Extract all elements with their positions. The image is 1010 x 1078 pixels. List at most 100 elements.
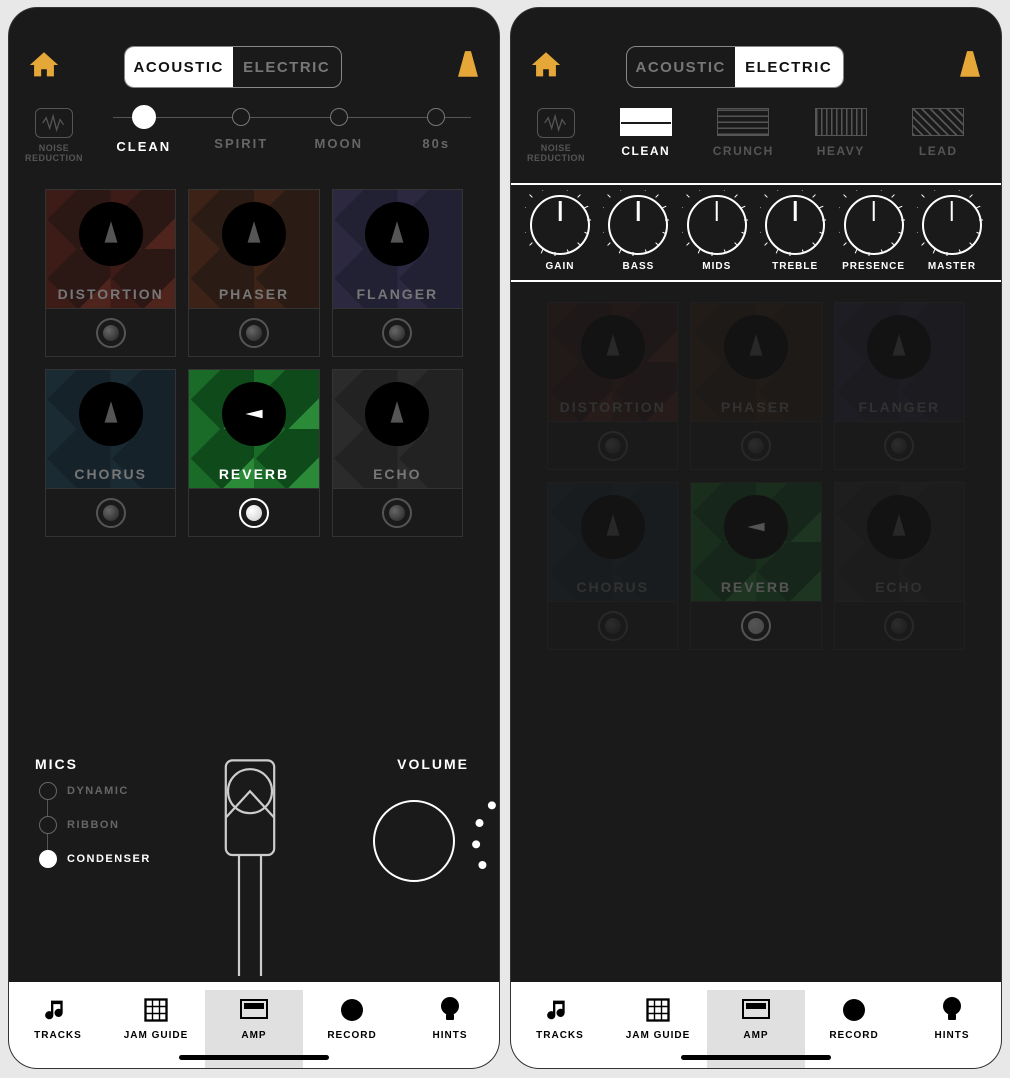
pedal-knob[interactable] [79, 382, 143, 446]
amp-tab-crunch[interactable]: CRUNCH [695, 108, 793, 158]
metronome-icon[interactable] [957, 50, 983, 85]
bulb-icon [401, 994, 499, 1026]
grid-icon [107, 994, 205, 1026]
acoustic-bottom: MICS DYNAMIC RIBBON CONDENSER VOLUME [9, 742, 499, 982]
stomp-switch[interactable] [96, 318, 126, 348]
noise-reduction-button[interactable]: NOISE REDUCTION [19, 108, 89, 163]
stomp-switch[interactable] [239, 318, 269, 348]
metronome-icon[interactable] [455, 50, 481, 85]
amp-tab-heavy[interactable]: HEAVY [792, 108, 890, 158]
pedal-label: CHORUS [548, 579, 677, 595]
amp-knob-treble[interactable]: TREBLE [756, 195, 834, 272]
amp-type-tabs: CLEAN CRUNCH HEAVY LEAD [597, 108, 991, 158]
dot-icon [303, 994, 401, 1026]
pedal-phaser[interactable]: PHASER [188, 189, 319, 357]
pedal-knob[interactable] [365, 202, 429, 266]
amp-tab-clean[interactable]: CLEAN [597, 108, 695, 158]
stomp-switch[interactable] [382, 498, 412, 528]
pedal-chorus[interactable]: CHORUS [45, 369, 176, 537]
pedal-knob[interactable] [222, 382, 286, 446]
amp-icon [707, 994, 805, 1026]
electric-screen: ACOUSTIC ELECTRIC NOISE REDUCTION CLEAN … [511, 8, 1001, 1068]
amp-knob-master[interactable]: MASTER [913, 195, 991, 272]
music-note-icon [9, 994, 107, 1026]
mic-picker: MICS DYNAMIC RIBBON CONDENSER [35, 756, 185, 884]
tab-tracks[interactable]: TRACKS [511, 990, 609, 1068]
segment-electric[interactable]: ELECTRIC [735, 47, 843, 87]
stomp-switch[interactable] [96, 498, 126, 528]
pedal-distortion[interactable]: DISTORTION [45, 189, 176, 357]
status-bar [511, 8, 1001, 38]
mic-option-dynamic[interactable]: DYNAMIC [39, 782, 185, 800]
pedal-distortion[interactable]: DISTORTION [547, 302, 678, 470]
preset-steps: CLEAN SPIRIT MOON 80s [95, 108, 489, 154]
pedal-reverb[interactable]: REVERB [188, 369, 319, 537]
step-clean[interactable]: CLEAN [95, 108, 193, 154]
volume-control[interactable]: VOLUME [315, 756, 473, 896]
pedal-knob[interactable] [724, 315, 788, 379]
tab-hints[interactable]: HINTS [903, 990, 1001, 1068]
volume-knob[interactable] [359, 786, 469, 896]
tab-tracks[interactable]: TRACKS [9, 990, 107, 1068]
step-80s[interactable]: 80s [388, 108, 486, 151]
amp-knob-gain[interactable]: GAIN [521, 195, 599, 272]
pedal-knob[interactable] [724, 495, 788, 559]
mics-title: MICS [35, 756, 185, 772]
noise-reduction-button[interactable]: NOISE REDUCTION [521, 108, 591, 163]
pedal-label: ECHO [333, 466, 462, 482]
step-moon[interactable]: MOON [290, 108, 388, 151]
header: ACOUSTIC ELECTRIC [511, 38, 1001, 102]
step-spirit[interactable]: SPIRIT [193, 108, 291, 151]
status-bar [9, 8, 499, 38]
pedal-label: REVERB [189, 466, 318, 482]
stomp-switch[interactable] [239, 498, 269, 528]
stomp-switch[interactable] [884, 431, 914, 461]
pedal-echo[interactable]: ECHO [834, 482, 965, 650]
stomp-switch[interactable] [598, 611, 628, 641]
pedal-chorus[interactable]: CHORUS [547, 482, 678, 650]
stomp-switch[interactable] [382, 318, 412, 348]
mic-option-ribbon[interactable]: RIBBON [39, 816, 185, 834]
amp-knob-mids[interactable]: MIDS [678, 195, 756, 272]
segment-acoustic[interactable]: ACOUSTIC [125, 47, 233, 87]
home-indicator [681, 1055, 831, 1060]
bulb-icon [903, 994, 1001, 1026]
home-icon[interactable] [27, 48, 61, 87]
segment-acoustic[interactable]: ACOUSTIC [627, 47, 735, 87]
amp-knob-bass[interactable]: BASS [599, 195, 677, 272]
acoustic-screen: ACOUSTIC ELECTRIC NOISE REDUCTION CLEAN … [9, 8, 499, 1068]
pedal-label: REVERB [691, 579, 820, 595]
grid-icon [609, 994, 707, 1026]
pedal-label: PHASER [189, 286, 318, 302]
mic-graphic [195, 756, 305, 976]
pedal-grid: DISTORTION PHASER FLANGER [511, 282, 1001, 982]
pedal-knob[interactable] [222, 202, 286, 266]
pedal-phaser[interactable]: PHASER [690, 302, 821, 470]
subheader: NOISE REDUCTION CLEAN CRUNCH HEAVY LEAD [511, 102, 1001, 183]
stomp-switch[interactable] [741, 611, 771, 641]
home-indicator [179, 1055, 329, 1060]
pedal-echo[interactable]: ECHO [332, 369, 463, 537]
volume-title: VOLUME [315, 756, 469, 772]
amp-tab-lead[interactable]: LEAD [890, 108, 988, 158]
pedal-knob[interactable] [867, 495, 931, 559]
pedal-label: FLANGER [835, 399, 964, 415]
stomp-switch[interactable] [884, 611, 914, 641]
pedal-flanger[interactable]: FLANGER [834, 302, 965, 470]
tab-hints[interactable]: HINTS [401, 990, 499, 1068]
stomp-switch[interactable] [741, 431, 771, 461]
pedal-reverb[interactable]: REVERB [690, 482, 821, 650]
pedal-knob[interactable] [581, 315, 645, 379]
pedal-knob[interactable] [581, 495, 645, 559]
amp-knob-presence[interactable]: PRESENCE [835, 195, 913, 272]
pedal-knob[interactable] [79, 202, 143, 266]
mic-option-condenser[interactable]: CONDENSER [39, 850, 185, 868]
segment-electric[interactable]: ELECTRIC [233, 47, 341, 87]
pedal-flanger[interactable]: FLANGER [332, 189, 463, 357]
amp-knob-row: GAIN BASS MIDS TREBLE PRESENCE MASTER [511, 183, 1001, 282]
pedal-label: DISTORTION [46, 286, 175, 302]
pedal-knob[interactable] [867, 315, 931, 379]
home-icon[interactable] [529, 48, 563, 87]
stomp-switch[interactable] [598, 431, 628, 461]
pedal-knob[interactable] [365, 382, 429, 446]
